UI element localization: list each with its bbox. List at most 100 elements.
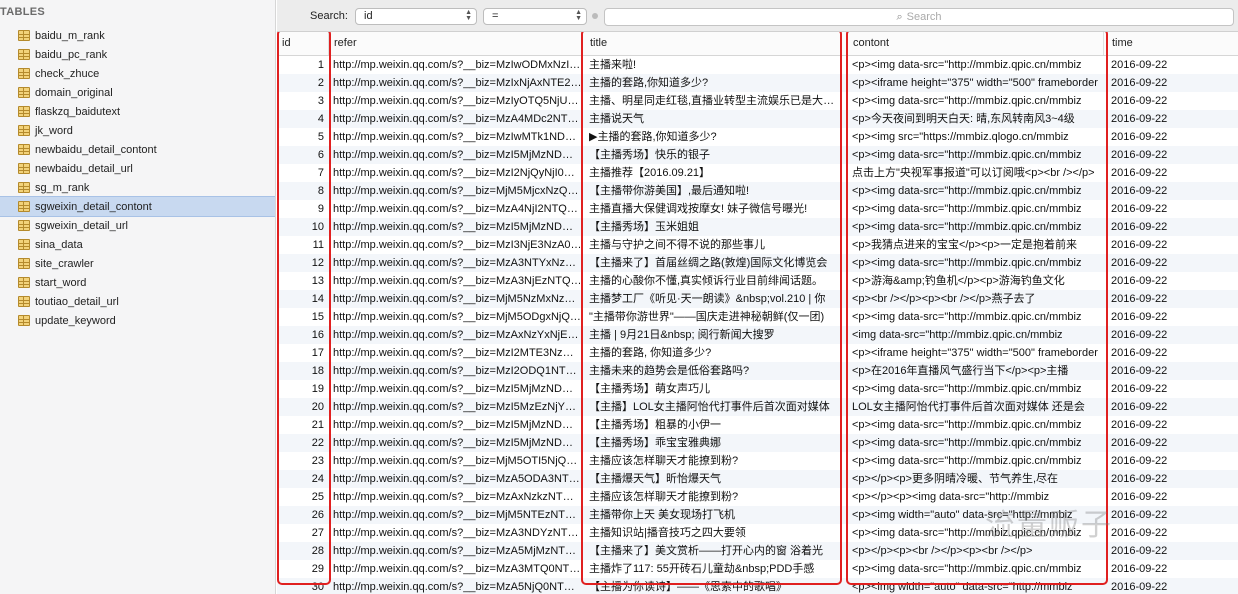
column-header-refer[interactable]: refer [329,32,582,55]
cell-time[interactable]: 2016-09-22 [1107,200,1238,218]
cell-id[interactable]: 21 [277,416,329,434]
cell-id[interactable]: 8 [277,182,329,200]
cell-refer[interactable]: http://mp.weixin.qq.com/s?__biz=MjM5NzMx… [329,290,582,308]
column-header-contont[interactable]: contont [848,32,1104,55]
cell-id[interactable]: 6 [277,146,329,164]
table-row[interactable]: 21 http://mp.weixin.qq.com/s?__biz=MzI5Mj… [277,416,1238,434]
cell-time[interactable]: 2016-09-22 [1107,164,1238,182]
cell-refer[interactable]: http://mp.weixin.qq.com/s?__biz=MzI5MjMz… [329,380,582,398]
sidebar-item-sgweixin_detail_contont[interactable]: sgweixin_detail_contont [0,196,275,217]
cell-id[interactable]: 4 [277,110,329,128]
cell-id[interactable]: 15 [277,308,329,326]
cell-contont[interactable]: <p><img data-src="http://mmbiz.qpic.cn/m… [848,452,1104,470]
cell-time[interactable]: 2016-09-22 [1107,362,1238,380]
cell-refer[interactable]: http://mp.weixin.qq.com/s?__biz=MzIwMTk1… [329,128,582,146]
cell-time[interactable]: 2016-09-22 [1107,56,1238,74]
cell-contont[interactable]: 点击上方"央视军事报道"可以订阅哦<p><br /></p> [848,164,1104,182]
cell-title[interactable]: 主播的套路,你知道多少? [585,74,842,92]
cell-id[interactable]: 23 [277,452,329,470]
table-row[interactable]: 1 http://mp.weixin.qq.com/s?__biz=MzIwODM… [277,56,1238,74]
sidebar-item-flaskzq_baidutext[interactable]: flaskzq_baidutext [0,102,275,121]
table-row[interactable]: 30 http://mp.weixin.qq.com/s?__biz=MzA5Nj… [277,578,1238,594]
cell-id[interactable]: 18 [277,362,329,380]
cell-refer[interactable]: http://mp.weixin.qq.com/s?__biz=MzA4NjI2… [329,200,582,218]
cell-refer[interactable]: http://mp.weixin.qq.com/s?__biz=MzA3NjEz… [329,272,582,290]
table-row[interactable]: 22 http://mp.weixin.qq.com/s?__biz=MzI5Mj… [277,434,1238,452]
cell-contont[interactable]: <p><img data-src="http://mmbiz.qpic.cn/m… [848,308,1104,326]
table-row[interactable]: 8 http://mp.weixin.qq.com/s?__biz=MjM5Mjc… [277,182,1238,200]
cell-contont[interactable]: <img data-src="http://mmbiz.qpic.cn/mmbi… [848,326,1104,344]
cell-refer[interactable]: http://mp.weixin.qq.com/s?__biz=MjM5Mjcx… [329,182,582,200]
cell-title[interactable]: 主播应该怎样聊天才能撩到粉? [585,452,842,470]
sidebar-item-jk_word[interactable]: jk_word [0,121,275,140]
cell-refer[interactable]: http://mp.weixin.qq.com/s?__biz=MzI2NjQy… [329,164,582,182]
operator-select[interactable]: = ▲ ▼ [483,8,587,25]
cell-refer[interactable]: http://mp.weixin.qq.com/s?__biz=MzI2MTE3… [329,344,582,362]
cell-title[interactable]: 主播梦工厂《听见·天一朗读》&nbsp;vol.210 | 你 [585,290,842,308]
cell-title[interactable]: 【主播来了】美文赏析——打开心内的窗 浴着光 [585,542,842,560]
cell-time[interactable]: 2016-09-22 [1107,506,1238,524]
cell-title[interactable]: 主播未来的趋势会是低俗套路吗? [585,362,842,380]
cell-time[interactable]: 2016-09-22 [1107,326,1238,344]
cell-contont[interactable]: <p><br /></p><p><br /></p>燕子去了 [848,290,1104,308]
cell-id[interactable]: 16 [277,326,329,344]
cell-refer[interactable]: http://mp.weixin.qq.com/s?__biz=MzA3MTQ0… [329,560,582,578]
table-row[interactable]: 24 http://mp.weixin.qq.com/s?__biz=MzA5OD… [277,470,1238,488]
cell-contont[interactable]: <p><img data-src="http://mmbiz.qpic.cn/m… [848,56,1104,74]
table-row[interactable]: 19 http://mp.weixin.qq.com/s?__biz=MzI5Mj… [277,380,1238,398]
cell-time[interactable]: 2016-09-22 [1107,290,1238,308]
table-row[interactable]: 13 http://mp.weixin.qq.com/s?__biz=MzA3Nj… [277,272,1238,290]
sidebar-item-toutiao_detail_url[interactable]: toutiao_detail_url [0,292,275,311]
cell-time[interactable]: 2016-09-22 [1107,416,1238,434]
cell-title[interactable]: 【主播秀场】乖宝宝雅典娜 [585,434,842,452]
cell-refer[interactable]: http://mp.weixin.qq.com/s?__biz=MzAxNzYx… [329,326,582,344]
table-row[interactable]: 10 http://mp.weixin.qq.com/s?__biz=MzI5Mj… [277,218,1238,236]
cell-id[interactable]: 19 [277,380,329,398]
cell-refer[interactable]: http://mp.weixin.qq.com/s?__biz=MzAxNzkz… [329,488,582,506]
cell-contont[interactable]: <p><img data-src="http://mmbiz.qpic.cn/m… [848,560,1104,578]
cell-contont[interactable]: <p><img data-src="http://mmbiz.qpic.cn/m… [848,146,1104,164]
cell-title[interactable]: 【主播秀场】粗暴的小伊一 [585,416,842,434]
cell-contont[interactable]: LOL女主播阿怡代打事件后首次面对媒体 还是会 [848,398,1104,416]
cell-id[interactable]: 24 [277,470,329,488]
cell-title[interactable]: 主播直播大保健调戏按摩女! 妹子微信号曝光! [585,200,842,218]
cell-time[interactable]: 2016-09-22 [1107,218,1238,236]
cell-contont[interactable]: <p><img data-src="http://mmbiz.qpic.cn/m… [848,92,1104,110]
table-row[interactable]: 17 http://mp.weixin.qq.com/s?__biz=MzI2MT… [277,344,1238,362]
table-row[interactable]: 5 http://mp.weixin.qq.com/s?__biz=MzIwMTk… [277,128,1238,146]
cell-contont[interactable]: <p>游海&amp;钓鱼机</p><p>游海钓鱼文化 [848,272,1104,290]
cell-contont[interactable]: <p><img data-src="http://mmbiz.qpic.cn/m… [848,182,1104,200]
cell-refer[interactable]: http://mp.weixin.qq.com/s?__biz=MzI5MjMz… [329,416,582,434]
cell-refer[interactable]: http://mp.weixin.qq.com/s?__biz=MzA5NjQ0… [329,578,582,594]
cell-title[interactable]: 【主播】LOL女主播阿怡代打事件后首次面对媒体 [585,398,842,416]
cell-contont[interactable]: <p></p><p><br /></p><p><br /></p> [848,542,1104,560]
sidebar-item-sgweixin_detail_url[interactable]: sgweixin_detail_url [0,216,275,235]
table-row[interactable]: 20 http://mp.weixin.qq.com/s?__biz=MzI5Mz… [277,398,1238,416]
table-row[interactable]: 11 http://mp.weixin.qq.com/s?__biz=MzI3Nj… [277,236,1238,254]
table-row[interactable]: 7 http://mp.weixin.qq.com/s?__biz=MzI2NjQ… [277,164,1238,182]
cell-title[interactable]: 主播炸了117: 55开砖石儿童劫&nbsp;PDD手感 [585,560,842,578]
table-row[interactable]: 9 http://mp.weixin.qq.com/s?__biz=MzA4NjI… [277,200,1238,218]
cell-contont[interactable]: <p><img src="https://mmbiz.qlogo.cn/mmbi… [848,128,1104,146]
table-row[interactable]: 29 http://mp.weixin.qq.com/s?__biz=MzA3MT… [277,560,1238,578]
sidebar-item-site_crawler[interactable]: site_crawler [0,254,275,273]
cell-time[interactable]: 2016-09-22 [1107,452,1238,470]
cell-title[interactable]: 主播的心酸你不懂,真实倾诉行业目前绯闻话题。 [585,272,842,290]
table-row[interactable]: 23 http://mp.weixin.qq.com/s?__biz=MjM5OT… [277,452,1238,470]
cell-contont[interactable]: <p><img data-src="http://mmbiz.qpic.cn/m… [848,434,1104,452]
column-header-title[interactable]: title [585,32,842,55]
cell-id[interactable]: 29 [277,560,329,578]
column-header-id[interactable]: id [277,32,329,55]
cell-time[interactable]: 2016-09-22 [1107,380,1238,398]
cell-id[interactable]: 22 [277,434,329,452]
sidebar-item-update_keyword[interactable]: update_keyword [0,311,275,330]
table-row[interactable]: 2 http://mp.weixin.qq.com/s?__biz=MzIxNjA… [277,74,1238,92]
table-row[interactable]: 4 http://mp.weixin.qq.com/s?__biz=MzA4MDc… [277,110,1238,128]
cell-time[interactable]: 2016-09-22 [1107,74,1238,92]
cell-refer[interactable]: http://mp.weixin.qq.com/s?__biz=MjM5NTEz… [329,506,582,524]
cell-time[interactable]: 2016-09-22 [1107,182,1238,200]
cell-contont[interactable]: <p><iframe height="375" width="500" fram… [848,344,1104,362]
cell-contont[interactable]: <p><iframe height="375" width="500" fram… [848,74,1104,92]
cell-contont[interactable]: <p><img data-src="http://mmbiz.qpic.cn/m… [848,254,1104,272]
cell-contont[interactable]: <p><img data-src="http://mmbiz.qpic.cn/m… [848,380,1104,398]
